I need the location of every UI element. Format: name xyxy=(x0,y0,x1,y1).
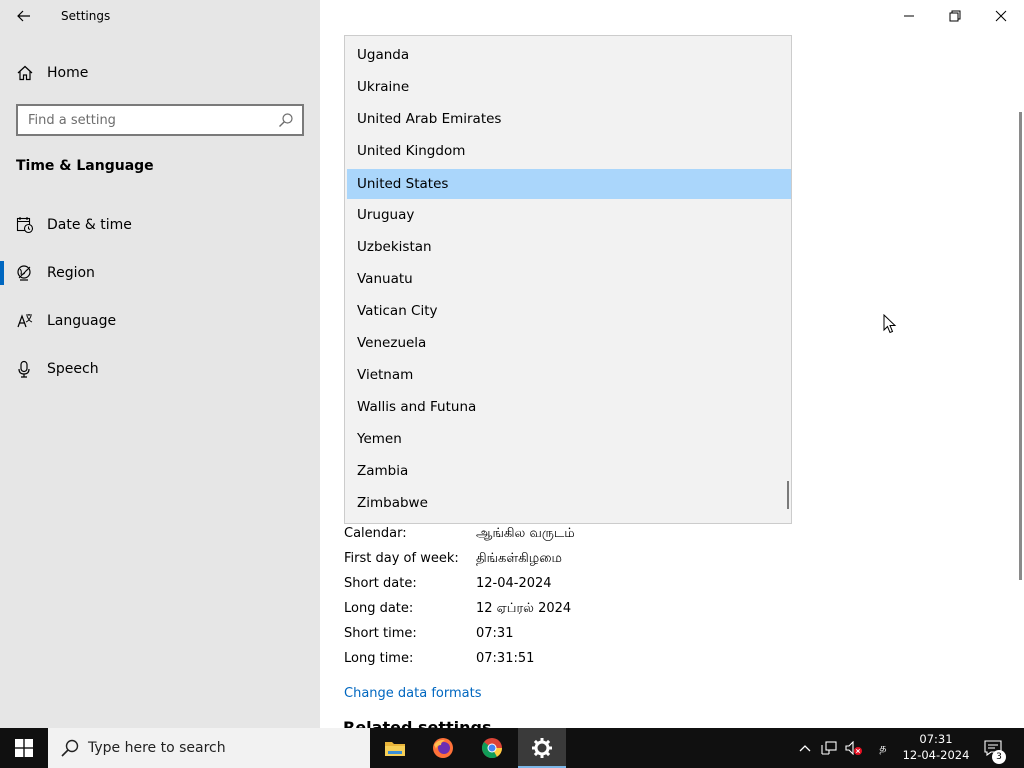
restore-button[interactable] xyxy=(932,0,978,32)
restore-icon xyxy=(949,10,961,22)
sidebar-item-home[interactable]: Home xyxy=(0,58,320,88)
sidebar-item-label: Date & time xyxy=(47,217,132,233)
page-scrollbar[interactable] xyxy=(1019,112,1022,580)
active-indicator xyxy=(0,261,4,285)
settings-icon xyxy=(532,738,552,758)
volume-muted-icon xyxy=(845,741,862,755)
format-value: 07:31 xyxy=(476,626,514,641)
close-icon xyxy=(995,10,1007,22)
country-option[interactable]: Vatican City xyxy=(347,296,791,326)
network-icon xyxy=(821,741,837,755)
sidebar-item-region[interactable]: Region xyxy=(0,253,320,293)
mouse-cursor-icon xyxy=(883,314,897,334)
app-title: Settings xyxy=(61,9,111,23)
find-setting-input[interactable] xyxy=(18,106,268,134)
taskbar-search-placeholder: Type here to search xyxy=(88,740,226,756)
taskbar-app-firefox[interactable] xyxy=(419,728,467,768)
microphone-icon xyxy=(18,360,30,378)
country-option[interactable]: Uruguay xyxy=(347,200,791,230)
taskbar-app-file-explorer[interactable] xyxy=(371,728,419,768)
taskbar: Type here to search த 07:31 12-04-2024 3 xyxy=(0,728,1024,768)
country-option[interactable]: Ukraine xyxy=(347,72,791,102)
country-option[interactable]: Zimbabwe xyxy=(347,488,791,518)
calendar-clock-icon xyxy=(16,217,34,234)
related-settings-heading: Related settings xyxy=(343,720,492,728)
chrome-icon xyxy=(481,738,503,759)
format-value: திங்கள்கிழமை xyxy=(476,551,562,566)
language-icon xyxy=(17,314,33,328)
sidebar-item-date-time[interactable]: Date & time xyxy=(0,205,320,245)
file-explorer-icon xyxy=(385,742,405,756)
format-label: First day of week: xyxy=(344,551,459,566)
clock-time: 07:31 xyxy=(919,732,953,746)
start-button[interactable] xyxy=(0,728,48,768)
format-value: 07:31:51 xyxy=(476,651,535,666)
dropdown-scrollbar[interactable] xyxy=(787,481,789,509)
format-value: ஆங்கில வருடம் xyxy=(476,526,575,541)
clock-date: 12-04-2024 xyxy=(902,748,970,762)
country-option[interactable]: Zambia xyxy=(347,456,791,486)
country-option[interactable]: Uzbekistan xyxy=(347,232,791,262)
chevron-up-icon xyxy=(799,745,811,752)
country-option[interactable]: Uganda xyxy=(347,40,791,70)
firefox-icon xyxy=(433,738,453,758)
taskbar-clock[interactable]: 07:31 12-04-2024 xyxy=(900,731,972,763)
country-option[interactable]: United Kingdom xyxy=(347,136,791,166)
taskbar-search-box[interactable]: Type here to search xyxy=(48,728,370,768)
search-icon[interactable] xyxy=(278,112,294,128)
minimize-button[interactable] xyxy=(886,0,932,32)
close-button[interactable] xyxy=(978,0,1024,32)
section-title: Time & Language xyxy=(16,158,154,174)
format-label: Long time: xyxy=(344,651,414,666)
country-option[interactable]: Vietnam xyxy=(347,360,791,390)
home-icon xyxy=(17,65,33,81)
format-label: Short date: xyxy=(344,576,417,591)
sidebar-item-label: Speech xyxy=(47,361,99,377)
volume-button[interactable] xyxy=(843,728,865,768)
taskbar-app-settings[interactable] xyxy=(518,728,566,768)
sidebar-item-label: Home xyxy=(47,65,89,81)
search-icon xyxy=(61,739,79,757)
network-button[interactable] xyxy=(819,728,839,768)
back-button[interactable] xyxy=(10,4,38,28)
change-data-formats-link[interactable]: Change data formats xyxy=(344,686,481,701)
country-option[interactable]: Yemen xyxy=(347,424,791,454)
globe-icon xyxy=(17,265,31,281)
format-label: Calendar: xyxy=(344,526,407,541)
sidebar: Settings Home Time & Language Date & tim… xyxy=(0,0,320,728)
taskbar-app-chrome[interactable] xyxy=(468,728,516,768)
format-value: 12 ஏப்ரல் 2024 xyxy=(476,601,572,616)
sidebar-item-language[interactable]: Language xyxy=(0,301,320,341)
country-option[interactable]: Wallis and Futuna xyxy=(347,392,791,422)
sidebar-item-label: Region xyxy=(47,265,95,281)
back-arrow-icon xyxy=(17,10,30,22)
country-option[interactable]: Vanuatu xyxy=(347,264,791,294)
related-settings-text: Related settings xyxy=(343,720,492,728)
sidebar-item-speech[interactable]: Speech xyxy=(0,349,320,389)
format-label: Short time: xyxy=(344,626,417,641)
notification-count-badge: 3 xyxy=(992,750,1006,764)
format-label: Long date: xyxy=(344,601,414,616)
minimize-icon xyxy=(904,15,914,17)
format-value: 12-04-2024 xyxy=(476,576,552,591)
ime-indicator[interactable]: த xyxy=(874,728,892,768)
country-option[interactable]: United Arab Emirates xyxy=(347,104,791,134)
country-dropdown-list[interactable]: Uganda Ukraine United Arab Emirates Unit… xyxy=(344,35,792,524)
find-setting-box xyxy=(16,104,304,136)
country-option[interactable]: Venezuela xyxy=(347,328,791,358)
windows-logo-icon xyxy=(15,739,33,757)
sidebar-item-label: Language xyxy=(47,313,117,329)
show-hidden-icons-button[interactable] xyxy=(796,728,814,768)
country-option-selected[interactable]: United States xyxy=(347,169,791,199)
